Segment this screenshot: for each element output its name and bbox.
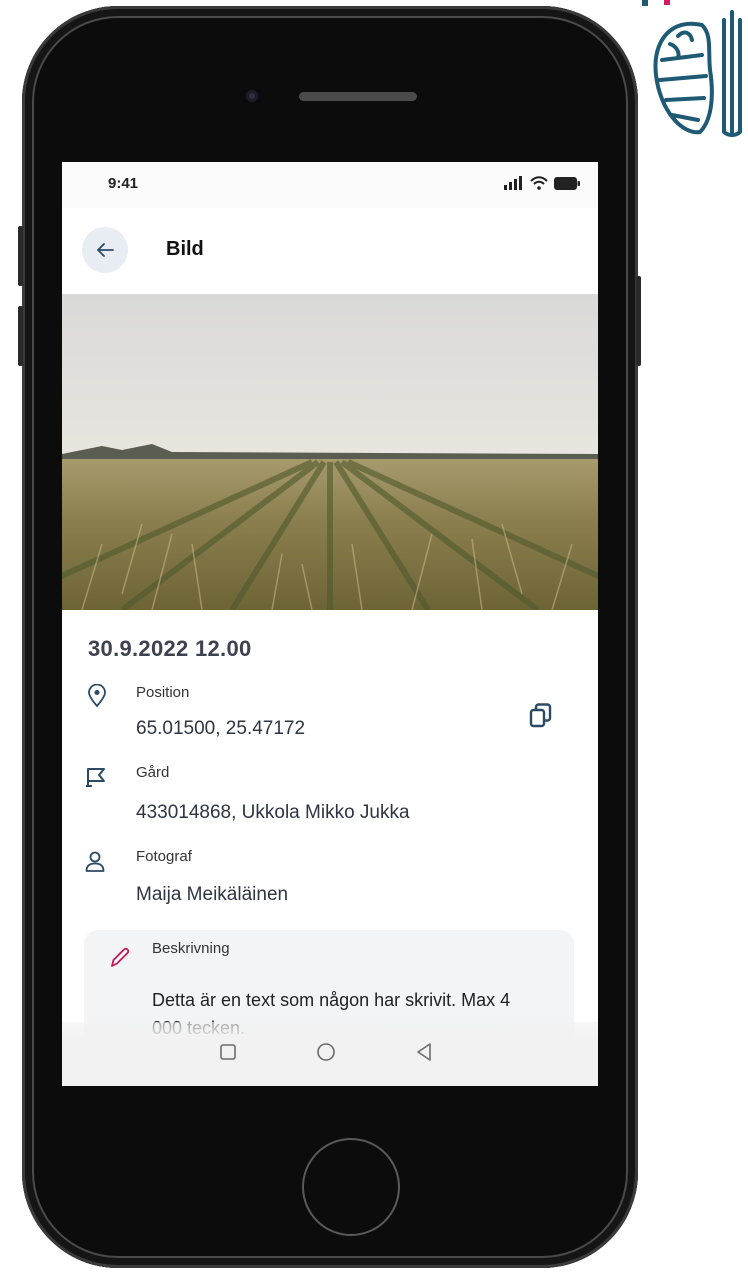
volume-button [18,226,23,286]
capture-date: 30.9.2022 12.00 [88,636,252,661]
photographer-value: Maija Meikäläinen [136,884,289,905]
volume-button [18,306,23,366]
status-icons [504,176,580,190]
photographer-label: Fotograf [136,848,192,865]
page-title: Bild [166,238,204,260]
circle-home-icon [317,1043,335,1061]
system-nav-bar [62,1022,598,1086]
position-value: 65.01500, 25.47172 [136,718,306,739]
arrow-left-icon [97,243,114,257]
farm-label: Gård [136,764,170,781]
back-nav-button[interactable] [404,1032,444,1072]
copy-position-button[interactable] [528,702,558,732]
signal-icon [504,176,522,190]
app-bar: Bild [62,208,598,294]
recents-nav-button[interactable] [208,1032,248,1072]
wifi-icon [530,176,548,190]
battery-icon [554,176,580,190]
front-camera [246,90,258,102]
square-recents-icon [220,1044,236,1060]
status-bar: 9:41 [62,162,598,208]
triangle-back-icon [417,1043,431,1061]
farm-value: 433014868, Ukkola Mikko Jukka [136,802,410,823]
status-time: 9:41 [108,175,139,192]
back-button[interactable] [82,227,128,273]
power-button [636,276,641,366]
field-photo[interactable] [62,294,598,613]
phone-screen: 9:41 Bild 30.9.2022 12.00 Position 65.01… [62,162,598,1086]
description-label: Beskrivning [152,940,230,957]
location-pin-icon [86,683,110,708]
home-nav-button[interactable] [306,1032,346,1072]
position-label: Position [136,684,190,701]
copy-icon [529,703,552,728]
brand-logo [642,0,748,150]
farm-flag-icon [84,766,108,790]
person-icon [84,850,108,874]
home-button[interactable] [302,1138,400,1236]
earpiece-speaker [299,92,417,101]
pencil-icon[interactable] [108,946,132,970]
